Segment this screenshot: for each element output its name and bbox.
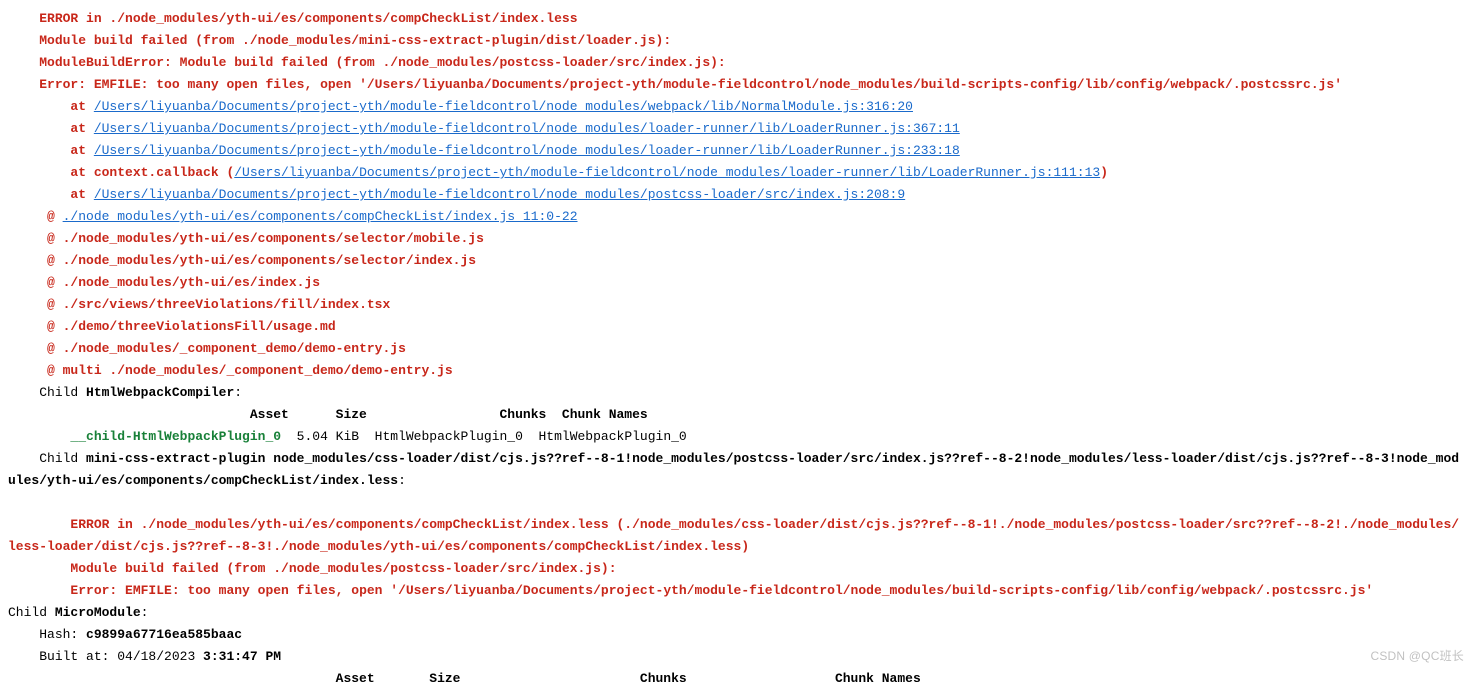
error-line: Error: EMFILE: too many open files, open… <box>8 77 1342 92</box>
stack-link[interactable]: /Users/liyuanba/Documents/project-yth/mo… <box>94 121 960 136</box>
asset-name: __child-HtmlWebpackPlugin_0 <box>70 429 281 444</box>
stack-link[interactable]: /Users/liyuanba/Documents/project-yth/mo… <box>94 187 905 202</box>
error-line: ERROR in ./node_modules/yth-ui/es/compon… <box>8 517 1459 554</box>
stack-at: at <box>8 143 94 158</box>
error-line: ERROR in ./node_modules/yth-ui/es/compon… <box>8 11 578 26</box>
child-label: Child <box>8 451 86 466</box>
stack-at-context: at context.callback ( <box>8 165 234 180</box>
stack-link[interactable]: ./node_modules/yth-ui/es/components/comp… <box>63 209 578 224</box>
stack-at-module: @ <box>8 209 63 224</box>
child-label: Child <box>8 385 86 400</box>
error-line: Error: EMFILE: too many open files, open… <box>8 583 1373 598</box>
table-row-rest: 5.04 KiB HtmlWebpackPlugin_0 HtmlWebpack… <box>281 429 687 444</box>
child-colon: : <box>398 473 406 488</box>
stack-module: @ ./node_modules/_component_demo/demo-en… <box>8 341 406 356</box>
stack-at: at <box>8 99 94 114</box>
child-label: Child <box>8 605 55 620</box>
built-at-label: Built at: 04/18/2023 <box>8 649 203 664</box>
stack-module: @ ./node_modules/yth-ui/es/components/se… <box>8 253 476 268</box>
error-line: ModuleBuildError: Module build failed (f… <box>8 55 726 70</box>
child-name: HtmlWebpackCompiler <box>86 385 234 400</box>
stack-module: @ ./node_modules/yth-ui/es/components/se… <box>8 231 484 246</box>
stack-module: @ ./node_modules/yth-ui/es/index.js <box>8 275 320 290</box>
table-row-pre <box>8 429 70 444</box>
child-name: MicroModule <box>55 605 141 620</box>
stack-link[interactable]: /Users/liyuanba/Documents/project-yth/mo… <box>94 143 960 158</box>
stack-link[interactable]: /Users/liyuanba/Documents/project-yth/mo… <box>94 99 913 114</box>
stack-module: @ ./src/views/threeViolations/fill/index… <box>8 297 390 312</box>
hash-label: Hash: <box>8 627 86 642</box>
terminal-output: ERROR in ./node_modules/yth-ui/es/compon… <box>0 0 1472 690</box>
child-colon: : <box>234 385 242 400</box>
stack-at-context-suffix: ) <box>1100 165 1108 180</box>
stack-at: at <box>8 121 94 136</box>
built-at-time: 3:31:47 PM <box>203 649 281 664</box>
error-line: Module build failed (from ./node_modules… <box>8 33 671 48</box>
child-name: mini-css-extract-plugin node_modules/css… <box>8 451 1459 488</box>
stack-at: at <box>8 187 94 202</box>
stack-module: @ ./demo/threeViolationsFill/usage.md <box>8 319 336 334</box>
child-colon: : <box>141 605 149 620</box>
error-line: Module build failed (from ./node_modules… <box>8 561 617 576</box>
stack-module: @ multi ./node_modules/_component_demo/d… <box>8 363 453 378</box>
hash-value: c9899a67716ea585baac <box>86 627 242 642</box>
table-header: Asset Size Chunks Chunk Names <box>8 671 921 686</box>
stack-link[interactable]: /Users/liyuanba/Documents/project-yth/mo… <box>234 165 1100 180</box>
table-header: Asset Size Chunks Chunk Names <box>8 407 648 422</box>
